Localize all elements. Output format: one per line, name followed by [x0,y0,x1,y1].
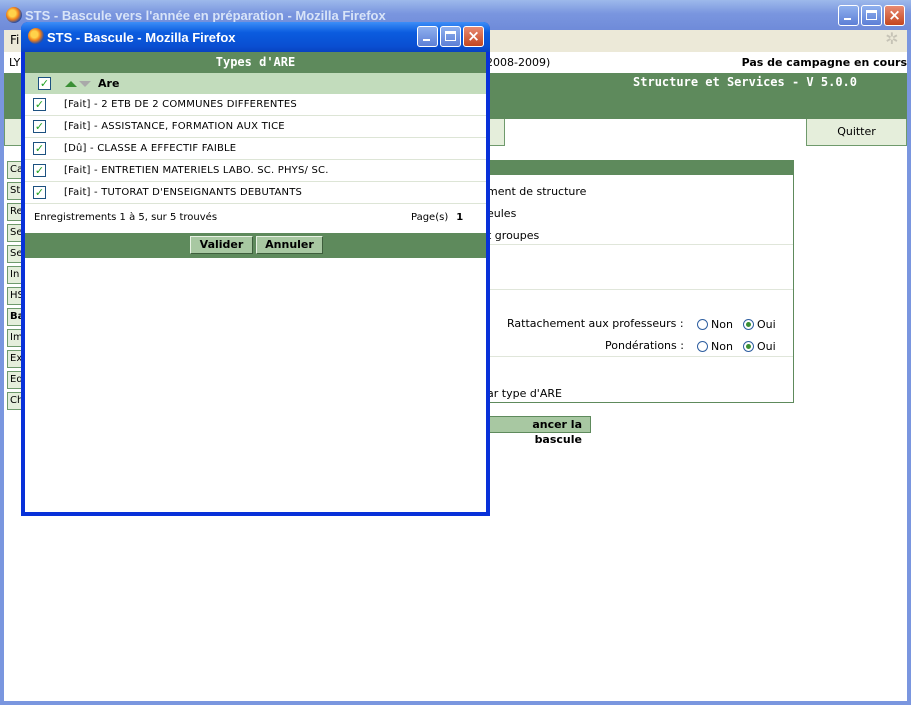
sort-ascending-icon[interactable] [65,81,77,87]
are-row[interactable]: ✓ [Fait] - TUTORAT D'ENSEIGNANTS DEBUTANT… [25,182,486,204]
popup-titlebar[interactable]: STS - Bascule - Mozilla Firefox × [21,22,490,52]
records-count: Enregistrements 1 à 5, sur 5 trouvés [34,212,218,223]
divider [485,356,793,357]
menu-file[interactable]: Fi [10,33,19,47]
close-button[interactable]: × [884,5,905,26]
row-label: [Fait] - ASSISTANCE, FORMATION AUX TICE [64,121,285,132]
row-label: [Fait] - TUTORAT D'ENSEIGNANTS DEBUTANTS [64,187,303,198]
maximize-button[interactable] [861,5,882,26]
campaign-status: Pas de campagne en cours [741,56,907,69]
rattachement-label: Rattachement aux professeurs : [507,317,684,330]
are-row[interactable]: ✓ [Fait] - 2 ETB DE 2 COMMUNES DIFFERENTE… [25,94,486,116]
radio-non[interactable] [697,319,708,330]
column-label-are: Are [98,77,120,90]
cancel-button[interactable]: Annuler [256,236,323,254]
main-window-title: STS - Bascule vers l'année en préparatio… [25,8,386,23]
select-all-checkbox[interactable]: ✓ [38,77,51,90]
quit-tab[interactable]: Quitter [806,119,907,146]
column-header: ✓ Are [25,73,486,94]
row-label: [Fait] - 2 ETB DE 2 COMMUNES DIFFERENTES [64,99,297,110]
popup-footer: Valider Annuler [25,233,486,258]
radio-non[interactable] [697,341,708,352]
validate-button[interactable]: Valider [190,236,253,254]
pagination: Page(s) 1 [411,212,464,223]
are-row[interactable]: ✓ [Fait] - ENTRETIEN MATERIELS LABO. SC. … [25,160,486,182]
ponderations-non-option[interactable]: Non [697,340,733,353]
throbber-icon: ✲ [885,29,899,48]
radio-oui[interactable] [743,319,754,330]
divider [485,289,793,290]
app-title: Structure et Services - V 5.0.0 [633,75,857,89]
minimize-button[interactable] [838,5,859,26]
panel-line-groupes: t groupes [487,229,540,242]
panel-line-eules: eules [487,207,517,220]
minimize-icon [423,39,430,41]
row-label: [Dû] - CLASSE A EFFECTIF FAIBLE [64,143,237,154]
radio-oui[interactable] [743,341,754,352]
close-icon: × [467,27,480,45]
maximize-icon [866,10,877,20]
par-type-are-link[interactable]: ar type d'ARE [487,387,562,400]
popup-window: STS - Bascule - Mozilla Firefox × Types … [21,22,490,516]
lancer-bascule-button[interactable]: ancer la bascule [484,416,591,446]
maximize-icon [445,31,456,41]
divider [485,244,793,245]
year-label: 2008-2009) [486,56,551,69]
rattachement-non-option[interactable]: Non [697,318,733,331]
are-row[interactable]: ✓ [Dû] - CLASSE A EFFECTIF FAIBLE [25,138,486,160]
row-checkbox[interactable]: ✓ [33,120,46,133]
popup-client: Types d'ARE ✓ Are ✓ [Fait] - 2 ETB DE 2 C… [25,52,486,512]
row-label: [Fait] - ENTRETIEN MATERIELS LABO. SC. P… [64,165,329,176]
close-icon: × [888,6,901,24]
are-row[interactable]: ✓ [Fait] - ASSISTANCE, FORMATION AUX TICE [25,116,486,138]
popup-minimize-button[interactable] [417,26,438,47]
ponderations-oui-option[interactable]: Oui [743,340,776,353]
popup-title: STS - Bascule - Mozilla Firefox [47,30,236,45]
row-checkbox[interactable]: ✓ [33,98,46,111]
popup-header: Types d'ARE [25,52,486,73]
popup-maximize-button[interactable] [440,26,461,47]
ponderations-label: Pondérations : [605,339,684,352]
row-checkbox[interactable]: ✓ [33,164,46,177]
panel-line-structure: ment de structure [487,185,587,198]
school-name: LY [9,56,21,69]
popup-close-button[interactable]: × [463,26,484,47]
firefox-icon [28,28,44,44]
row-checkbox[interactable]: ✓ [33,186,46,199]
page-number[interactable]: 1 [456,212,463,223]
sort-descending-icon[interactable] [79,81,91,87]
firefox-icon [6,7,22,23]
minimize-icon [844,18,851,20]
row-checkbox[interactable]: ✓ [33,142,46,155]
rattachement-oui-option[interactable]: Oui [743,318,776,331]
bascule-options-panel: ment de structure eules t groupes Rattac… [484,160,794,403]
